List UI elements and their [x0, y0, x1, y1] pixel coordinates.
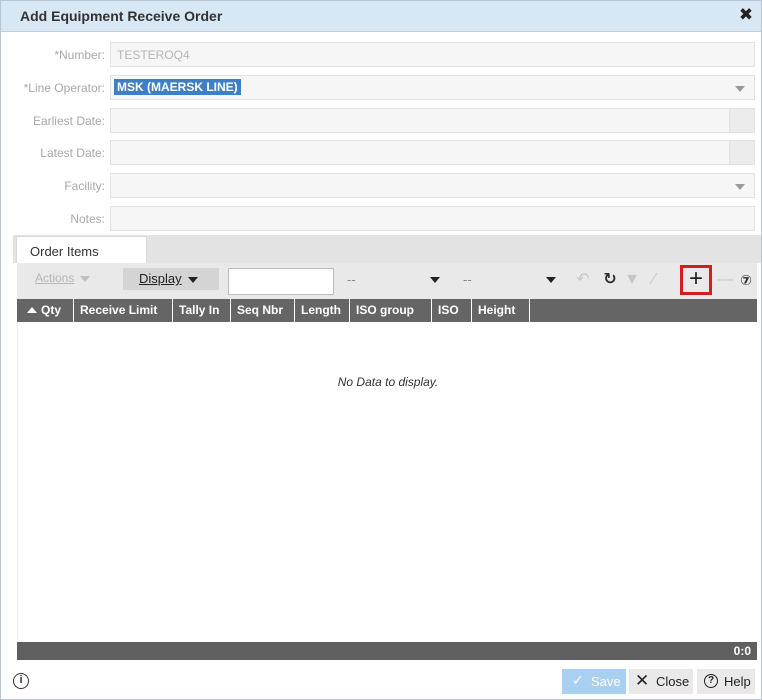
help-icon: ? — [704, 674, 718, 688]
dialog-title: Add Equipment Receive Order — [20, 8, 223, 24]
facility-label: Facility: — [64, 179, 105, 193]
info-icon[interactable]: i — [13, 673, 29, 689]
column-header-label: Qty — [41, 303, 62, 317]
close-icon[interactable]: ✖ — [737, 5, 755, 25]
actions-button[interactable]: Actions — [21, 268, 111, 290]
latest-date-field[interactable] — [110, 140, 755, 165]
notes-field[interactable] — [110, 206, 755, 231]
check-icon: ✓ — [572, 672, 584, 688]
latest-date-row: Latest Date: — [1, 140, 761, 166]
column-header-height[interactable]: Height — [472, 299, 530, 322]
line-operator-row: *Line Operator: MSK (MAERSK LINE) — [1, 75, 761, 101]
tab-order-items[interactable]: Order Items — [16, 236, 147, 263]
latest-date-label: Latest Date: — [40, 146, 105, 160]
number-field[interactable]: TESTEROQ4 — [110, 42, 755, 67]
chevron-down-icon — [546, 277, 556, 283]
add-equipment-receive-order-dialog: Add Equipment Receive Order ✖ *Number: T… — [0, 0, 762, 700]
sort-ascending-icon — [27, 307, 37, 313]
earliest-date-row: Earliest Date: — [1, 108, 761, 134]
filter-icon[interactable]: ▼ — [622, 268, 642, 292]
line-operator-select[interactable]: MSK (MAERSK LINE) — [110, 75, 755, 100]
dialog-footer: i ✓ Save ✕ Close ? Help — [1, 661, 761, 700]
chevron-down-icon[interactable] — [735, 86, 745, 92]
facility-select[interactable] — [110, 173, 755, 198]
line-operator-label: *Line Operator: — [23, 81, 105, 95]
save-label: Save — [591, 674, 621, 689]
notes-row: Notes: — [1, 206, 761, 232]
add-button[interactable]: + — [680, 265, 712, 295]
earliest-date-label: Earliest Date: — [32, 114, 105, 128]
close-button[interactable]: ✕ Close — [629, 669, 693, 694]
close-icon: ✕ — [635, 671, 650, 690]
add-icon: + — [688, 265, 703, 292]
number-label: *Number: — [54, 48, 105, 62]
edit-icon[interactable]: ⁄ — [644, 268, 664, 292]
column-header-iso[interactable]: ISO — [432, 299, 472, 322]
facility-row: Facility: — [1, 173, 761, 199]
display-button[interactable]: Display — [123, 268, 219, 290]
dialog-title-bar: Add Equipment Receive Order ✖ — [1, 1, 761, 32]
help-label: Help — [724, 674, 751, 689]
filter-select-2-value: -- — [463, 272, 472, 287]
grid-header: Qty Receive Limit Tally In Seq Nbr Lengt… — [17, 299, 757, 322]
chevron-down-icon[interactable] — [735, 184, 745, 190]
grid-toolbar: Actions Display -- -- ↶ ↻ ▼ ⁄ + — ⑦ — [17, 263, 757, 299]
filter-select-1-value: -- — [347, 272, 356, 287]
refresh-icon[interactable]: ↻ — [600, 268, 620, 292]
filter-select-2[interactable]: -- — [458, 268, 564, 293]
calendar-button[interactable] — [729, 109, 754, 132]
earliest-date-field[interactable] — [110, 108, 755, 133]
undo-icon[interactable]: ↶ — [573, 268, 593, 292]
line-operator-value: MSK (MAERSK LINE) — [114, 79, 241, 95]
display-label: Display — [139, 271, 182, 286]
calendar-button[interactable] — [729, 141, 754, 164]
notes-label: Notes: — [70, 212, 105, 226]
actions-label: Actions — [35, 271, 75, 285]
column-header-seq-nbr[interactable]: Seq Nbr — [231, 299, 295, 322]
record-count: 0:0 — [733, 644, 751, 658]
save-button[interactable]: ✓ Save — [562, 669, 626, 694]
filter-select-1[interactable]: -- — [342, 268, 448, 293]
grid-body: No Data to display. — [17, 322, 757, 641]
number-row: *Number: TESTEROQ4 — [1, 42, 761, 68]
column-header-iso-group[interactable]: ISO group — [350, 299, 432, 322]
column-header-length[interactable]: Length — [295, 299, 350, 322]
chevron-down-icon — [187, 276, 198, 283]
column-header-receive-limit[interactable]: Receive Limit — [74, 299, 173, 322]
help-icon[interactable]: ⑦ — [736, 268, 756, 292]
column-header-qty[interactable]: Qty — [17, 299, 74, 322]
close-label: Close — [656, 674, 690, 689]
grid-footer: 0:0 — [17, 642, 757, 660]
chevron-down-icon — [80, 275, 91, 282]
search-input[interactable] — [228, 268, 334, 295]
chevron-down-icon — [430, 277, 440, 283]
remove-icon[interactable]: — — [715, 268, 735, 292]
tab-strip: Order Items — [13, 235, 761, 263]
help-button[interactable]: ? Help — [697, 669, 755, 694]
column-header-tally-in[interactable]: Tally In — [173, 299, 231, 322]
empty-grid-message: No Data to display. — [337, 375, 439, 389]
